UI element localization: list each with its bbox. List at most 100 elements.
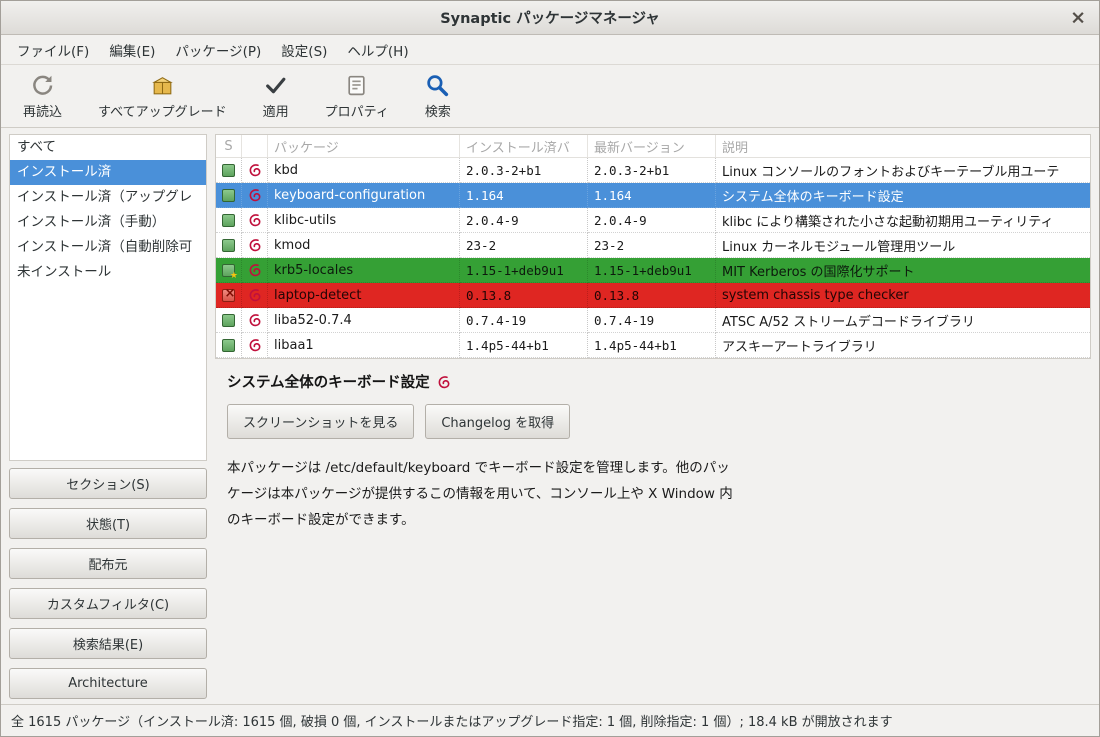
filter-list: すべてインストール済インストール済（アップグレインストール済（手動）インストール… — [9, 134, 207, 461]
column-header-installed-version[interactable]: インストール済バ — [460, 135, 588, 157]
menu-item-file[interactable]: ファイル(F) — [7, 35, 99, 64]
upgrade-all-icon — [150, 73, 175, 98]
table-row[interactable]: laptop-detect0.13.80.13.8system chassis … — [216, 283, 1090, 308]
statusbar: 全 1615 パッケージ（インストール済: 1615 個, 破損 0 個, イン… — [1, 704, 1099, 736]
screenshot-button[interactable]: スクリーンショットを見る — [227, 404, 414, 439]
table-row[interactable]: kmod23-223-2Linux カーネルモジュール管理用ツール — [216, 233, 1090, 258]
table-row[interactable]: krb5-locales1.15-1+deb9u11.15-1+deb9u1MI… — [216, 258, 1090, 283]
installed-status-icon — [222, 314, 235, 327]
package-table: S パッケージ インストール済バ 最新バージョン 説明 kbd2.0.3-2+b… — [215, 134, 1091, 359]
sidebar-button-origin[interactable]: 配布元 — [9, 548, 207, 579]
synaptic-window: Synaptic パッケージマネージャ × ファイル(F)編集(E)パッケージ(… — [0, 0, 1100, 737]
filter-item[interactable]: インストール済（アップグレ — [10, 185, 206, 210]
origin-cell — [242, 258, 268, 283]
apply-label: 適用 — [263, 101, 289, 120]
sidebar-button-architecture[interactable]: Architecture — [9, 668, 207, 699]
table-row[interactable]: libaa11.4p5-44+b11.4p5-44+b1アスキーアートライブラリ — [216, 333, 1090, 358]
details-pane: システム全体のキーボード設定 スクリーンショットを見る Changelog を取… — [215, 359, 1091, 699]
status-cell — [216, 233, 242, 258]
table-row[interactable]: klibc-utils2.0.4-92.0.4-9klibc により構築された小… — [216, 208, 1090, 233]
filter-item[interactable]: インストール済（自動削除可 — [10, 235, 206, 260]
main-area: すべてインストール済インストール済（アップグレインストール済（手動）インストール… — [1, 128, 1099, 704]
menubar: ファイル(F)編集(E)パッケージ(P)設定(S)ヘルプ(H) — [1, 35, 1099, 65]
upgrade-all-button[interactable]: すべてアップグレード — [94, 71, 231, 122]
status-cell — [216, 308, 242, 333]
sidebar-button-status[interactable]: 状態(T) — [9, 508, 207, 539]
apply-button[interactable]: 適用 — [259, 71, 293, 122]
installed-version: 0.13.8 — [460, 283, 588, 308]
search-button[interactable]: 検索 — [421, 71, 455, 122]
reload-button[interactable]: 再読込 — [19, 71, 66, 122]
debian-swirl-icon — [248, 338, 262, 352]
properties-document-icon — [344, 73, 369, 98]
installed-status-icon — [222, 164, 235, 177]
package-name: kmod — [268, 233, 460, 258]
package-description: Linux カーネルモジュール管理用ツール — [716, 233, 1090, 258]
remove-status-icon — [222, 289, 235, 302]
sidebar-button-custom-filters[interactable]: カスタムフィルタ(C) — [9, 588, 207, 619]
debian-swirl-icon — [248, 163, 262, 177]
column-header-package[interactable]: パッケージ — [268, 135, 460, 157]
column-header-latest-version[interactable]: 最新バージョン — [588, 135, 716, 157]
menu-item-package[interactable]: パッケージ(P) — [165, 35, 271, 64]
package-description: system chassis type checker — [716, 283, 1090, 308]
installed-version: 23-2 — [460, 233, 588, 258]
column-header-status[interactable]: S — [216, 135, 242, 157]
filter-item[interactable]: インストール済 — [10, 160, 206, 185]
package-description: Linux コンソールのフォントおよびキーテーブル用ユーテ — [716, 158, 1090, 183]
table-body: kbd2.0.3-2+b12.0.3-2+b1Linux コンソールのフォントお… — [216, 158, 1090, 358]
column-header-origin[interactable] — [242, 135, 268, 157]
package-name: libaa1 — [268, 333, 460, 358]
latest-version: 23-2 — [588, 233, 716, 258]
properties-button[interactable]: プロパティ — [321, 71, 393, 122]
package-name: klibc-utils — [268, 208, 460, 233]
search-icon — [425, 73, 450, 98]
titlebar[interactable]: Synaptic パッケージマネージャ × — [1, 1, 1099, 35]
status-cell — [216, 283, 242, 308]
package-name: kbd — [268, 158, 460, 183]
installed-version: 1.4p5-44+b1 — [460, 333, 588, 358]
table-header: S パッケージ インストール済バ 最新バージョン 説明 — [216, 135, 1090, 158]
changelog-button[interactable]: Changelog を取得 — [425, 404, 570, 439]
package-description: MIT Kerberos の国際化サポート — [716, 258, 1090, 283]
origin-cell — [242, 208, 268, 233]
sidebar-button-search-results[interactable]: 検索結果(E) — [9, 628, 207, 659]
package-description: ATSC A/52 ストリームデコードライブラリ — [716, 308, 1090, 333]
reload-label: 再読込 — [23, 101, 62, 120]
filter-item[interactable]: 未インストール — [10, 260, 206, 285]
status-cell — [216, 333, 242, 358]
latest-version: 2.0.4-9 — [588, 208, 716, 233]
table-row[interactable]: kbd2.0.3-2+b12.0.3-2+b1Linux コンソールのフォントお… — [216, 158, 1090, 183]
sidebar-button-sections[interactable]: セクション(S) — [9, 468, 207, 499]
table-row[interactable]: liba52-0.7.40.7.4-190.7.4-19ATSC A/52 スト… — [216, 308, 1090, 333]
reload-icon — [30, 73, 55, 98]
installed-version: 2.0.4-9 — [460, 208, 588, 233]
toolbar: 再読込 すべてアップグレード 適用 プロパティ 検索 — [1, 65, 1099, 128]
debian-swirl-icon — [437, 375, 451, 389]
debian-swirl-icon — [248, 263, 262, 277]
column-header-description[interactable]: 説明 — [716, 135, 1090, 157]
installed-version: 1.15-1+deb9u1 — [460, 258, 588, 283]
installed-version: 2.0.3-2+b1 — [460, 158, 588, 183]
latest-version: 1.164 — [588, 183, 716, 208]
filter-item[interactable]: インストール済（手動） — [10, 210, 206, 235]
debian-swirl-icon — [248, 238, 262, 252]
installed-status-icon — [222, 189, 235, 202]
installed-status-icon — [222, 239, 235, 252]
filter-item[interactable]: すべて — [10, 135, 206, 160]
latest-version: 0.13.8 — [588, 283, 716, 308]
origin-cell — [242, 333, 268, 358]
sidebar-buttons: セクション(S) 状態(T) 配布元カスタムフィルタ(C) 検索結果(E) Archit… — [9, 468, 207, 699]
table-row[interactable]: keyboard-configuration1.1641.164システム全体のキ… — [216, 183, 1090, 208]
menu-item-settings[interactable]: 設定(S) — [271, 35, 337, 64]
installed-version: 0.7.4-19 — [460, 308, 588, 333]
menu-item-edit[interactable]: 編集(E) — [99, 35, 165, 64]
debian-swirl-icon — [248, 188, 262, 202]
upgrade-status-icon — [222, 264, 235, 277]
package-name: krb5-locales — [268, 258, 460, 283]
sidebar: すべてインストール済インストール済（アップグレインストール済（手動）インストール… — [9, 134, 207, 699]
close-icon[interactable]: × — [1070, 8, 1086, 27]
debian-swirl-icon-slot — [437, 375, 451, 389]
installed-version: 1.164 — [460, 183, 588, 208]
menu-item-help[interactable]: ヘルプ(H) — [337, 35, 418, 64]
